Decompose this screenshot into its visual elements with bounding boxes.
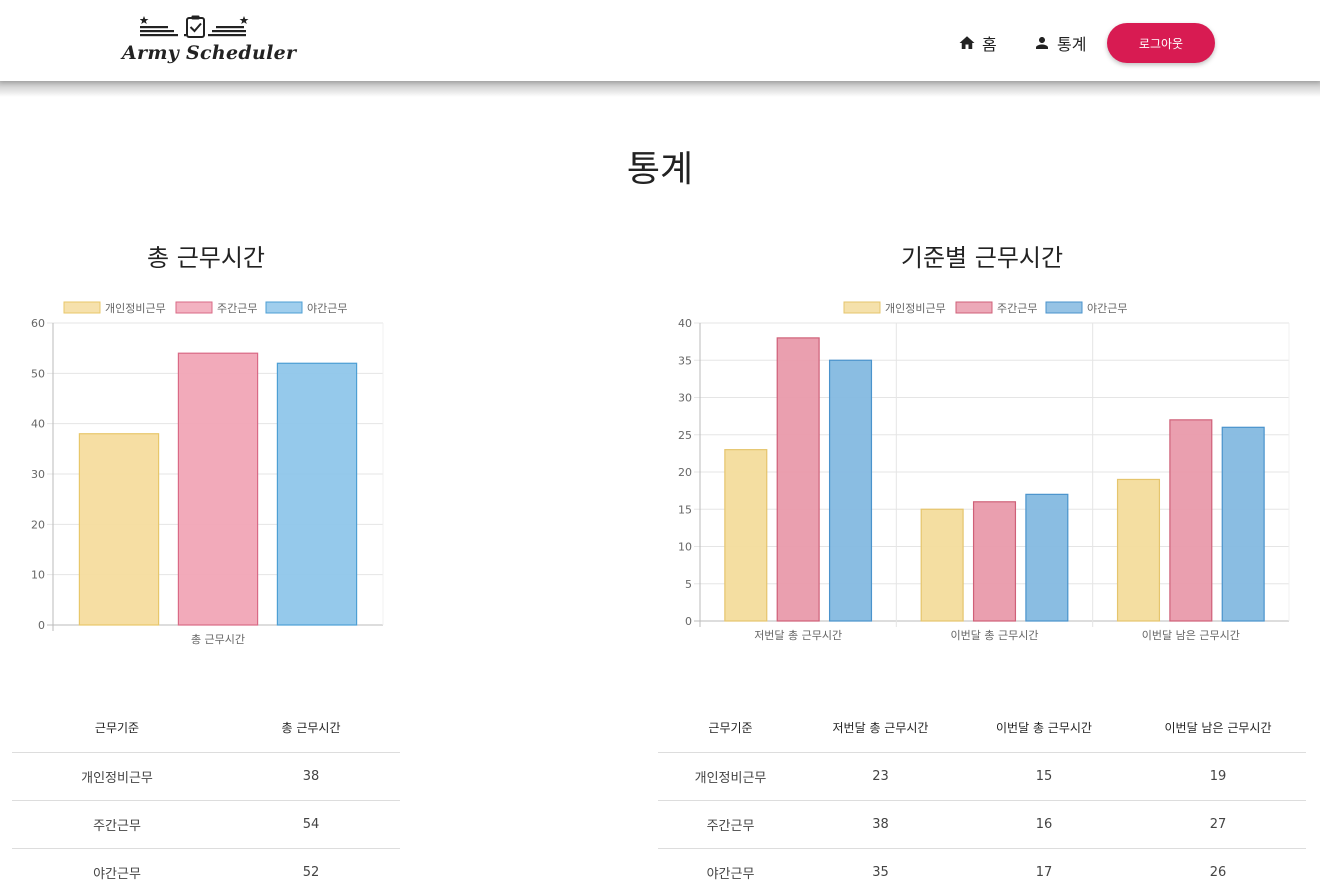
- bar: [177, 352, 259, 626]
- table-header-cell: 이번달 남은 근무시간: [1130, 704, 1306, 753]
- app-logo[interactable]: Army Scheduler: [122, 14, 296, 70]
- legend-label: 야간근무: [307, 302, 347, 315]
- x-tick-label: 이번달 총 근무시간: [951, 629, 1039, 642]
- y-tick-label: 5: [685, 578, 692, 591]
- bar: [828, 359, 873, 622]
- y-tick-label: 15: [678, 503, 692, 516]
- person-icon: [1036, 37, 1048, 49]
- y-tick-label: 20: [678, 466, 692, 479]
- bar: [1169, 419, 1213, 622]
- criteria-hours-chart: 개인정비근무 주간근무 야간근무 0 5 10 15 20 25 30 35 40 저번달 총 근무시간…: [678, 301, 1290, 642]
- bar: [78, 433, 160, 626]
- logo-text: Army Scheduler: [122, 42, 297, 64]
- criteria-hours-table: 근무기준 저번달 총 근무시간 이번달 총 근무시간 이번달 남은 근무시간 개…: [658, 704, 1306, 895]
- table-row: 주간근무 38 16 27: [658, 800, 1306, 849]
- table-cell: 52: [222, 848, 400, 895]
- table-header-cell: 근무기준: [658, 704, 803, 753]
- y-tick-label: 30: [678, 392, 692, 405]
- nav-home-label: 홈: [982, 35, 997, 54]
- y-tick-label: 60: [31, 317, 45, 330]
- bar: [1025, 493, 1069, 622]
- table-cell: 주간근무: [12, 800, 222, 849]
- y-tick-label: 40: [31, 418, 45, 431]
- table-cell: 38: [803, 800, 958, 849]
- table-header-cell: 저번달 총 근무시간: [803, 704, 958, 753]
- table-cell: 개인정비근무: [658, 752, 803, 801]
- bar: [776, 337, 820, 622]
- logout-button[interactable]: 로그아웃: [1107, 23, 1215, 63]
- legend-swatch: [63, 301, 101, 314]
- y-tick-label: 30: [31, 468, 45, 481]
- legend-swatch: [955, 301, 993, 314]
- table-cell: 26: [1130, 848, 1306, 895]
- table-header-row: 근무기준 총 근무시간: [12, 704, 400, 753]
- y-tick-label: 50: [31, 367, 45, 380]
- y-tick-label: 35: [678, 354, 692, 367]
- y-tick-label: 0: [38, 619, 45, 632]
- table-cell: 야간근무: [658, 848, 803, 895]
- page-title: 통계: [626, 149, 694, 190]
- x-tick-label: 총 근무시간: [191, 633, 245, 646]
- bar: [920, 508, 964, 622]
- bar: [724, 449, 768, 622]
- navbar-shadow: [0, 81, 1320, 97]
- bar: [1221, 426, 1265, 622]
- table-cell: 16: [958, 800, 1130, 849]
- total-hours-table: 근무기준 총 근무시간 개인정비근무 38 주간근무 54 야간근무 52: [12, 704, 400, 895]
- legend-swatch: [1045, 301, 1083, 314]
- legend-swatch: [175, 301, 213, 314]
- bar: [972, 501, 1017, 622]
- table-header-cell: 총 근무시간: [222, 704, 400, 753]
- legend-swatch: [843, 301, 881, 314]
- table-header-cell: 근무기준: [12, 704, 222, 753]
- legend-label: 주간근무: [217, 302, 257, 315]
- total-hours-title: 총 근무시간: [146, 244, 266, 272]
- legend-label: 개인정비근무: [105, 302, 166, 315]
- table-row: 개인정비근무 23 15 19: [658, 752, 1306, 801]
- table-row: 야간근무 35 17 26: [658, 848, 1306, 895]
- y-tick-label: 0: [685, 615, 692, 628]
- table-cell: 19: [1130, 752, 1306, 801]
- x-tick-label: 이번달 남은 근무시간: [1142, 629, 1240, 642]
- table-cell: 15: [958, 752, 1130, 801]
- nav-stats-label: 통계: [1057, 35, 1087, 54]
- legend-label: 주간근무: [997, 302, 1037, 315]
- table-header-cell: 이번달 총 근무시간: [958, 704, 1130, 753]
- table-row: 야간근무 52: [12, 848, 400, 895]
- criteria-hours-title: 기준별 근무시간: [900, 244, 1064, 272]
- table-row: 개인정비근무 38: [12, 752, 400, 801]
- table-cell: 35: [803, 848, 958, 895]
- nav-home-link[interactable]: 홈: [958, 31, 997, 55]
- table-cell: 54: [222, 800, 400, 849]
- table-cell: 야간근무: [12, 848, 222, 895]
- table-cell: 23: [803, 752, 958, 801]
- bar: [1116, 478, 1161, 622]
- x-tick-label: 저번달 총 근무시간: [754, 629, 842, 642]
- legend-label: 야간근무: [1087, 302, 1127, 315]
- top-navbar: Army Scheduler 홈 통계 로그아웃: [0, 0, 1320, 81]
- y-tick-label: 40: [678, 317, 692, 330]
- total-hours-chart: 개인정비근무 주간근무 야간근무 0 10 20 30 40 50 60 총 근무시간: [31, 301, 384, 646]
- table-cell: 27: [1130, 800, 1306, 849]
- table-header-row: 근무기준 저번달 총 근무시간 이번달 총 근무시간 이번달 남은 근무시간: [658, 704, 1306, 753]
- table-cell: 38: [222, 752, 400, 801]
- table-cell: 17: [958, 848, 1130, 895]
- home-icon: [959, 36, 975, 49]
- legend-swatch: [265, 301, 303, 314]
- table-cell: 주간근무: [658, 800, 803, 849]
- y-tick-label: 25: [678, 429, 692, 442]
- bar: [276, 362, 358, 626]
- table-row: 주간근무 54: [12, 800, 400, 849]
- legend-label: 개인정비근무: [885, 302, 946, 315]
- table-cell: 개인정비근무: [12, 752, 222, 801]
- logo-clipboard-icon: [140, 15, 249, 38]
- y-tick-label: 20: [31, 518, 45, 531]
- y-tick-label: 10: [678, 541, 692, 554]
- y-tick-label: 10: [31, 569, 45, 582]
- nav-stats-link[interactable]: 통계: [1033, 31, 1086, 55]
